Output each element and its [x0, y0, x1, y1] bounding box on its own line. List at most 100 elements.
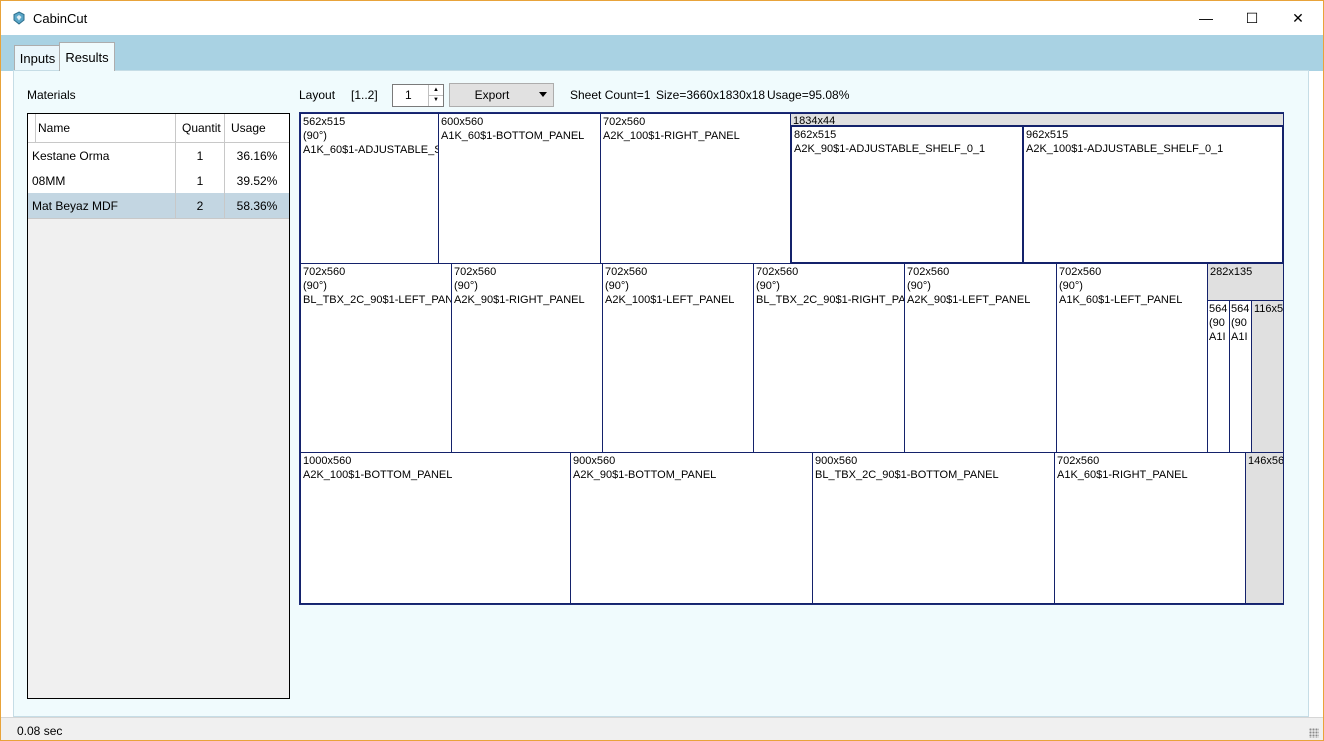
piece-name: A2K_90$1-LEFT_PANEL	[907, 294, 1031, 306]
piece-name: A2K_90$1-BOTTOM_PANEL	[573, 469, 717, 481]
layout-label: Layout	[299, 88, 336, 102]
tab-results[interactable]: Results	[59, 42, 115, 71]
material-usage: 39.52%	[236, 173, 278, 188]
piece-dims: 564	[1231, 303, 1250, 315]
close-icon: ✕	[1292, 9, 1304, 26]
cut-piece[interactable]: 600x560 A1K_60$1-BOTTOM_PANEL	[438, 113, 601, 264]
title-bar: CabinCut — ☐ ✕	[1, 1, 1323, 35]
piece-rotation: (90°)	[454, 280, 478, 292]
piece-rotation: (90°)	[907, 280, 931, 292]
cut-piece[interactable]: 702x560 (90°) A2K_100$1-LEFT_PANEL	[602, 263, 754, 453]
cut-piece[interactable]: 702x560 (90°) BL_TBX_2C_90$1-RIGHT_PANEL	[753, 263, 905, 453]
piece-rotation: (90	[1231, 317, 1247, 329]
piece-dims: 600x560	[441, 116, 484, 128]
table-row[interactable]: 08MM 1 39.52%	[28, 168, 289, 194]
piece-dims: 900x560	[815, 455, 858, 467]
app-logo-icon	[13, 11, 25, 25]
piece-dims: 702x560	[907, 266, 950, 278]
cut-piece[interactable]: 564 (90 A1I	[1207, 300, 1230, 453]
elapsed-time: 0.08 sec	[17, 724, 63, 738]
layout-range-label: [1..2]	[351, 88, 378, 102]
waste-dims: 282x135	[1210, 266, 1253, 278]
piece-name: A1K_60$1-LEFT_PANEL	[1059, 294, 1183, 306]
cut-piece[interactable]: 702x560 A2K_100$1-RIGHT_PANEL	[600, 113, 791, 264]
layout-stepper-value[interactable]: 1	[405, 88, 412, 102]
piece-dims: 564	[1209, 303, 1228, 315]
waste-region[interactable]: 282x135	[1207, 263, 1284, 301]
resize-grip-icon[interactable]	[1309, 728, 1319, 738]
column-header-quantity[interactable]: Quantit	[176, 114, 225, 142]
spin-down-icon[interactable]: ▼	[429, 95, 443, 105]
piece-name: A2K_100$1-LEFT_PANEL	[605, 294, 735, 306]
piece-dims: 962x515	[1026, 129, 1069, 141]
column-header-name[interactable]: Name	[36, 114, 176, 142]
table-row[interactable]: Kestane Orma 1 36.16%	[28, 143, 289, 169]
cut-piece[interactable]: 562x515 (90°) A1K_60$1-ADJUSTABLE_SHELF_…	[300, 113, 439, 264]
piece-name: A1I	[1231, 331, 1248, 343]
piece-dims: 702x560	[454, 266, 497, 278]
material-quantity: 2	[176, 193, 225, 218]
close-button[interactable]: ✕	[1275, 1, 1321, 35]
piece-rotation: (90°)	[756, 280, 780, 292]
piece-dims: 702x560	[605, 266, 648, 278]
material-name: Mat Beyaz MDF	[28, 193, 176, 218]
table-row-selected[interactable]: Mat Beyaz MDF 2 58.36%	[28, 193, 289, 219]
piece-dims: 702x560	[303, 266, 346, 278]
export-dropdown-button[interactable]: Export	[449, 83, 554, 107]
cut-piece[interactable]: 702x560 (90°) A2K_90$1-RIGHT_PANEL	[451, 263, 603, 453]
piece-dims: 1000x560	[303, 455, 352, 467]
piece-name: A2K_100$1-ADJUSTABLE_SHELF_0_1	[1026, 143, 1224, 155]
results-panel: Materials Name Quantit Usage Kestane Orm…	[13, 70, 1309, 717]
status-bar: 0.08 sec	[1, 717, 1323, 740]
piece-name: BL_TBX_2C_90$1-BOTTOM_PANEL	[815, 469, 999, 481]
minimize-icon: —	[1199, 10, 1213, 26]
column-header-usage[interactable]: Usage	[225, 114, 289, 142]
piece-name: BL_TBX_2C_90$1-LEFT_PANEL	[303, 294, 452, 306]
piece-name: A2K_90$1-ADJUSTABLE_SHELF_0_1	[794, 143, 986, 155]
piece-dims: 702x560	[603, 116, 646, 128]
maximize-button[interactable]: ☐	[1229, 1, 1275, 35]
header-spacer	[28, 114, 36, 142]
piece-name: BL_TBX_2C_90$1-RIGHT_PANEL	[756, 294, 905, 306]
waste-dims: 116x5	[1254, 303, 1284, 315]
waste-region[interactable]: 116x5	[1251, 300, 1284, 453]
minimize-button[interactable]: —	[1183, 1, 1229, 35]
piece-name: A2K_90$1-RIGHT_PANEL	[454, 294, 585, 306]
piece-dims: 702x560	[1059, 266, 1102, 278]
piece-name: A1I	[1209, 331, 1226, 343]
layout-stepper-buttons: ▲ ▼	[428, 85, 443, 106]
cut-piece[interactable]: 1000x560 A2K_100$1-BOTTOM_PANEL	[300, 452, 571, 604]
waste-region[interactable]: 146x56	[1245, 452, 1284, 604]
cut-piece[interactable]: 862x515 A2K_90$1-ADJUSTABLE_SHELF_0_1	[790, 125, 1024, 264]
app-window: CabinCut — ☐ ✕ Inputs Results Materials …	[0, 0, 1324, 741]
tab-strip: Inputs Results	[1, 35, 1323, 71]
piece-dims: 562x515	[303, 116, 346, 128]
piece-name: A1K_60$1-BOTTOM_PANEL	[441, 130, 585, 142]
piece-dims: 900x560	[573, 455, 616, 467]
piece-rotation: (90°)	[303, 280, 327, 292]
material-quantity: 1	[176, 168, 225, 193]
layout-stepper[interactable]: 1 ▲ ▼	[392, 84, 444, 107]
cut-piece[interactable]: 702x560 (90°) BL_TBX_2C_90$1-LEFT_PANEL	[300, 263, 452, 453]
cut-piece[interactable]: 900x560 BL_TBX_2C_90$1-BOTTOM_PANEL	[812, 452, 1055, 604]
piece-dims: 702x560	[1057, 455, 1100, 467]
material-name: Kestane Orma	[28, 143, 176, 168]
cut-piece[interactable]: 962x515 A2K_100$1-ADJUSTABLE_SHELF_0_1	[1022, 125, 1284, 264]
sheet-usage: Usage=95.08%	[767, 88, 850, 102]
cut-piece[interactable]: 564 (90 A1I	[1229, 300, 1252, 453]
sheet-size: Size=3660x1830x18	[656, 88, 766, 102]
cut-piece[interactable]: 702x560 A1K_60$1-RIGHT_PANEL	[1054, 452, 1246, 604]
tab-inputs[interactable]: Inputs	[14, 45, 61, 70]
materials-label: Materials	[27, 88, 76, 102]
material-usage: 58.36%	[236, 198, 278, 213]
piece-name: A2K_100$1-RIGHT_PANEL	[603, 130, 740, 142]
piece-rotation: (90°)	[605, 280, 629, 292]
cut-piece[interactable]: 702x560 (90°) A2K_90$1-LEFT_PANEL	[904, 263, 1057, 453]
maximize-icon: ☐	[1245, 9, 1259, 26]
material-usage: 36.16%	[236, 148, 278, 163]
chevron-down-icon	[539, 92, 547, 97]
cut-piece[interactable]: 900x560 A2K_90$1-BOTTOM_PANEL	[570, 452, 813, 604]
piece-name: A2K_100$1-BOTTOM_PANEL	[303, 469, 453, 481]
piece-name: A1K_60$1-ADJUSTABLE_SHELF_0_1	[303, 144, 439, 156]
cut-piece[interactable]: 702x560 (90°) A1K_60$1-LEFT_PANEL	[1056, 263, 1208, 453]
